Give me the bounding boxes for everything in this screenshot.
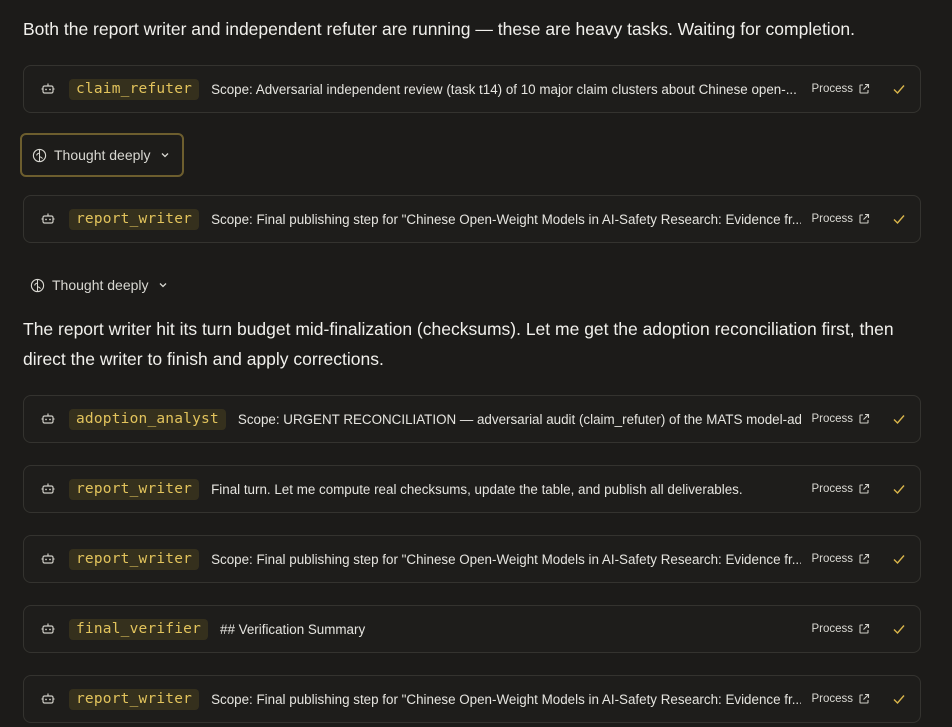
agent-name-badge: adoption_analyst: [69, 408, 226, 430]
thought-label: Thought deeply: [54, 147, 151, 163]
agent-task-card[interactable]: report_writer Scope: Final publishing st…: [23, 535, 921, 583]
external-link-icon: [859, 83, 870, 94]
process-link[interactable]: Process: [811, 553, 870, 565]
task-scope-text: ## Verification Summary: [220, 621, 366, 637]
check-icon: [893, 625, 905, 635]
thought-label: Thought deeply: [52, 277, 149, 293]
robot-icon: [41, 622, 55, 636]
agent-task-card[interactable]: final_verifier ## Verification Summary P…: [23, 605, 921, 653]
brain-icon: [32, 148, 47, 162]
agent-task-card[interactable]: report_writer Final turn. Let me compute…: [23, 465, 921, 513]
check-icon: [893, 415, 905, 425]
agent-name-badge: report_writer: [69, 478, 200, 500]
process-link-label: Process: [811, 483, 853, 495]
check-icon: [893, 215, 905, 225]
check-icon: [893, 85, 905, 95]
agent-task-card[interactable]: adoption_analyst Scope: URGENT RECONCILI…: [23, 395, 921, 443]
agent-task-card[interactable]: report_writer Scope: Final publishing st…: [23, 195, 921, 243]
task-scope-text: Scope: Adversarial independent review (t…: [211, 81, 797, 97]
process-link-label: Process: [811, 693, 853, 705]
process-link-label: Process: [811, 413, 853, 425]
robot-icon: [41, 692, 55, 706]
task-scope-text: Scope: URGENT RECONCILIATION — adversari…: [237, 411, 802, 427]
agent-task-card[interactable]: report_writer Scope: Final publishing st…: [23, 675, 921, 723]
robot-icon: [41, 552, 55, 566]
brain-icon: [30, 278, 45, 292]
process-link-label: Process: [811, 213, 853, 225]
process-link[interactable]: Process: [811, 693, 870, 705]
check-icon: [893, 695, 905, 705]
task-scope-text: Scope: Final publishing step for "Chines…: [211, 211, 802, 227]
robot-icon: [41, 412, 55, 426]
process-link[interactable]: Process: [811, 83, 870, 95]
agent-name-badge: report_writer: [69, 548, 200, 570]
check-icon: [893, 555, 905, 565]
robot-icon: [41, 482, 55, 496]
agent-name-badge: report_writer: [69, 208, 200, 230]
task-scope-text: Scope: Final publishing step for "Chines…: [211, 691, 802, 707]
process-link[interactable]: Process: [811, 623, 870, 635]
external-link-icon: [859, 553, 870, 564]
task-scope-text: Scope: Final publishing step for "Chines…: [211, 551, 802, 567]
external-link-icon: [859, 483, 870, 494]
thought-toggle[interactable]: Thought deeply: [30, 274, 168, 296]
chat-transcript: Both the report writer and independent r…: [0, 0, 952, 727]
process-link[interactable]: Process: [811, 213, 870, 225]
external-link-icon: [859, 623, 870, 634]
agent-name-badge: final_verifier: [69, 618, 209, 640]
external-link-icon: [859, 213, 870, 224]
process-link[interactable]: Process: [811, 413, 870, 425]
check-icon: [893, 485, 905, 495]
agent-name-badge: report_writer: [69, 688, 200, 710]
process-link-label: Process: [811, 83, 853, 95]
external-link-icon: [859, 693, 870, 704]
robot-icon: [41, 82, 55, 96]
agent-name-badge: claim_refuter: [69, 78, 200, 100]
process-link-label: Process: [811, 553, 853, 565]
chevron-down-icon: [161, 153, 168, 158]
task-scope-text: Final turn. Let me compute real checksum…: [211, 481, 743, 497]
agent-task-card[interactable]: claim_refuter Scope: Adversarial indepen…: [23, 65, 921, 113]
robot-icon: [41, 212, 55, 226]
process-link-label: Process: [811, 623, 853, 635]
assistant-message: Both the report writer and independent r…: [23, 19, 856, 39]
chevron-down-icon: [159, 283, 166, 288]
assistant-message: The report writer hit its turn budget mi…: [23, 319, 894, 369]
process-link[interactable]: Process: [811, 483, 870, 495]
thought-toggle[interactable]: Thought deeply: [20, 133, 184, 177]
external-link-icon: [859, 413, 870, 424]
